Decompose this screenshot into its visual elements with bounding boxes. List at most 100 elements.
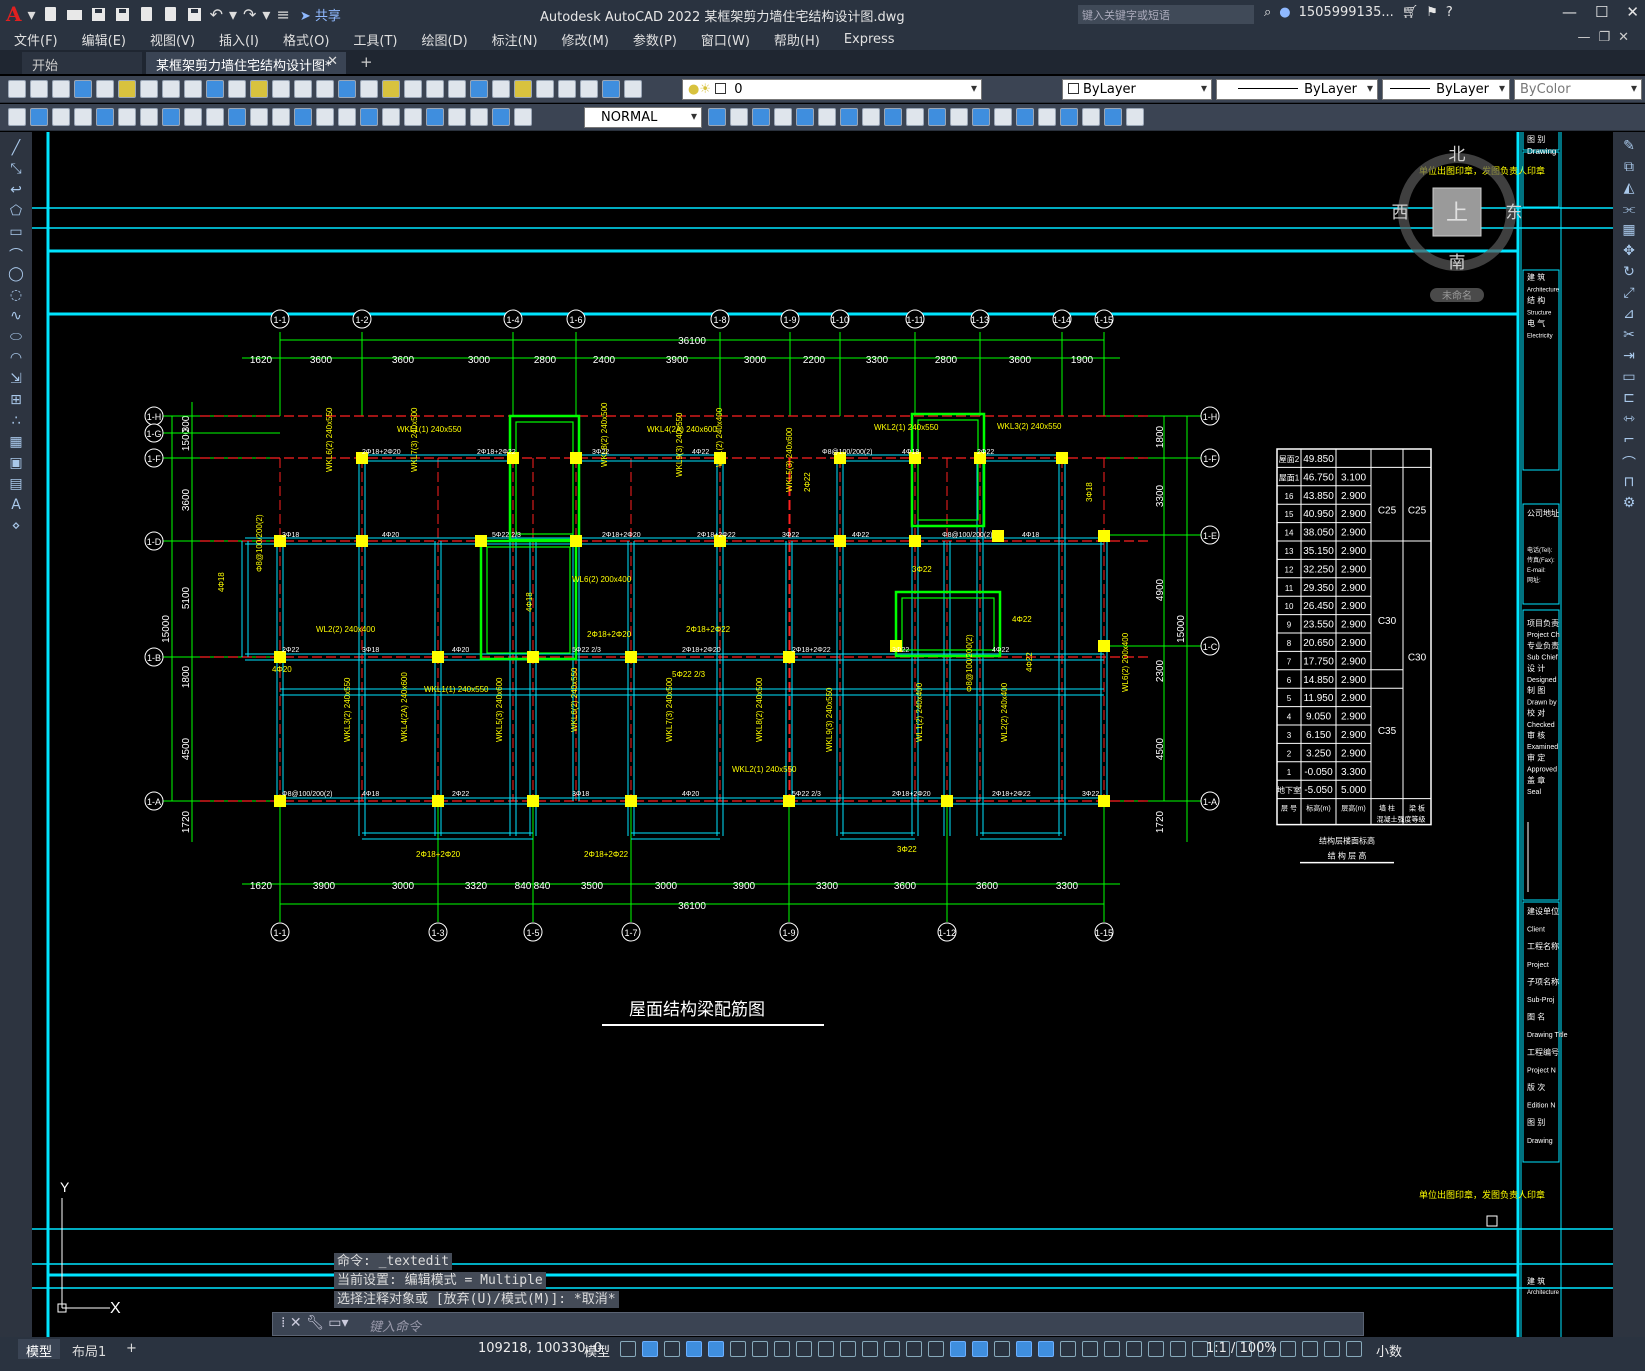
dim-tool-9-icon[interactable]	[184, 108, 202, 126]
status-toggle-34-icon[interactable]	[1346, 1341, 1362, 1357]
menu-draw[interactable]: 绘图(D)	[422, 30, 468, 49]
draw-tool-19-icon[interactable]: ⋄	[7, 518, 25, 534]
status-toggle-2-icon[interactable]	[642, 1341, 658, 1357]
undo-icon[interactable]: ↶	[210, 5, 223, 24]
modify-tool-14-icon[interactable]: ⇿	[1620, 411, 1638, 427]
help-icon[interactable]: ?	[1446, 5, 1453, 20]
linetype-dropdown[interactable]: ByLayer	[1216, 79, 1378, 100]
standard-tool-16-icon[interactable]	[338, 80, 356, 98]
modify-tool-19-icon[interactable]	[1104, 108, 1122, 126]
tab-model[interactable]: 模型	[18, 1339, 61, 1360]
draw-tool-7-icon[interactable]: ◯	[7, 266, 25, 282]
status-toggle-6-icon[interactable]	[730, 1341, 746, 1357]
doc-window-controls[interactable]: —❐✕	[1577, 30, 1637, 45]
modify-tool-9-icon[interactable]	[884, 108, 902, 126]
modify-tool-12-icon[interactable]: ▭	[1620, 369, 1638, 385]
status-toggle-8-icon[interactable]	[774, 1341, 790, 1357]
standard-tool-29-icon[interactable]	[624, 80, 642, 98]
modify-tool-6-icon[interactable]	[818, 108, 836, 126]
add-layout-button[interactable]: +	[118, 1339, 145, 1359]
standard-tool-18-icon[interactable]	[382, 80, 400, 98]
annotation-scale[interactable]: 1:1 / 100%	[1206, 1341, 1277, 1356]
standard-tool-12-icon[interactable]	[250, 80, 268, 98]
draw-tool-18-icon[interactable]: A	[7, 497, 25, 513]
modify-tool-13-icon[interactable]: ⊏	[1620, 390, 1638, 406]
draw-tool-14-icon[interactable]: ∴	[7, 413, 25, 429]
user-name[interactable]: 1505999135...	[1299, 5, 1394, 20]
dim-tool-13-icon[interactable]	[272, 108, 290, 126]
status-toggle-18-icon[interactable]	[994, 1341, 1010, 1357]
dim-tool-2-icon[interactable]	[30, 108, 48, 126]
dim-tool-17-icon[interactable]	[360, 108, 378, 126]
dim-tool-10-icon[interactable]	[206, 108, 224, 126]
status-toggle-21-icon[interactable]	[1060, 1341, 1076, 1357]
modify-tool-16-icon[interactable]	[1038, 108, 1056, 126]
standard-tool-22-icon[interactable]	[470, 80, 488, 98]
tab-layout1[interactable]: 布局1	[64, 1339, 114, 1360]
draw-tool-6-icon[interactable]: ⌒	[7, 245, 25, 264]
autocad-logo-icon[interactable]: A	[6, 2, 22, 26]
standard-tool-21-icon[interactable]	[448, 80, 466, 98]
modify-tool-18-icon[interactable]: ⚙	[1620, 495, 1638, 511]
modify-tool-15-icon[interactable]	[1016, 108, 1034, 126]
minimize-button[interactable]: —	[1562, 3, 1577, 21]
search-input[interactable]: 键入关键字或短语	[1078, 5, 1254, 24]
modify-tool-16-icon[interactable]: ⌒	[1620, 453, 1638, 472]
viewcube-west[interactable]: 西	[1392, 203, 1409, 222]
status-toggle-13-icon[interactable]	[884, 1341, 900, 1357]
menu-window[interactable]: 窗口(W)	[701, 30, 750, 49]
standard-tool-7-icon[interactable]	[140, 80, 158, 98]
modify-tool-13-icon[interactable]	[972, 108, 990, 126]
status-toggle-7-icon[interactable]	[752, 1341, 768, 1357]
standard-tool-24-icon[interactable]	[514, 80, 532, 98]
standard-tool-4-icon[interactable]	[74, 80, 92, 98]
dim-tool-12-icon[interactable]	[250, 108, 268, 126]
dim-tool-11-icon[interactable]	[228, 108, 246, 126]
dim-tool-14-icon[interactable]	[294, 108, 312, 126]
a360-icon[interactable]: ⚑	[1426, 5, 1438, 20]
app-menu-arrow-icon[interactable]: ▾	[28, 5, 36, 24]
standard-tool-25-icon[interactable]	[536, 80, 554, 98]
modify-tool-6-icon[interactable]: ✥	[1620, 243, 1638, 259]
open-web-icon[interactable]	[138, 6, 156, 22]
dim-tool-7-icon[interactable]	[140, 108, 158, 126]
status-toggle-19-icon[interactable]	[1016, 1341, 1032, 1357]
status-toggle-5-icon[interactable]	[708, 1341, 724, 1357]
menu-view[interactable]: 视图(V)	[150, 30, 195, 49]
status-toggle-12-icon[interactable]	[862, 1341, 878, 1357]
modify-tool-3-icon[interactable]	[752, 108, 770, 126]
status-toggle-31-icon[interactable]	[1280, 1341, 1296, 1357]
standard-tool-1-icon[interactable]	[8, 80, 26, 98]
modify-tool-1-icon[interactable]	[708, 108, 726, 126]
drawing-canvas[interactable]: 单位出图印章，发图负责人印章 单位出图印章，发图负责人印章 1620 3600 36…	[32, 132, 1613, 1337]
menu-parametric[interactable]: 参数(P)	[633, 30, 677, 49]
status-toggle-11-icon[interactable]	[840, 1341, 856, 1357]
menu-file[interactable]: 文件(F)	[14, 30, 58, 49]
draw-tool-9-icon[interactable]: ∿	[7, 308, 25, 324]
dim-tool-6-icon[interactable]	[118, 108, 136, 126]
standard-tool-19-icon[interactable]	[404, 80, 422, 98]
menu-dimension[interactable]: 标注(N)	[492, 30, 538, 49]
draw-tool-1-icon[interactable]: ╱	[7, 140, 25, 156]
draw-tool-16-icon[interactable]: ▣	[7, 455, 25, 471]
modify-tool-11-icon[interactable]: ⇥	[1620, 348, 1638, 364]
standard-tool-10-icon[interactable]	[206, 80, 224, 98]
menu-insert[interactable]: 插入(I)	[219, 30, 259, 49]
modify-tool-12-icon[interactable]	[950, 108, 968, 126]
draw-tool-4-icon[interactable]: ⬠	[7, 203, 25, 219]
modify-tool-11-icon[interactable]	[928, 108, 946, 126]
modify-tool-5-icon[interactable]: ▦	[1620, 222, 1638, 238]
status-toggle-14-icon[interactable]	[906, 1341, 922, 1357]
status-toggle-23-icon[interactable]	[1104, 1341, 1120, 1357]
dim-tool-20-icon[interactable]	[426, 108, 444, 126]
dim-tool-22-icon[interactable]	[470, 108, 488, 126]
draw-tool-2-icon[interactable]: ⤡	[7, 161, 25, 177]
modify-tool-7-icon[interactable]: ↻	[1620, 264, 1638, 280]
viewcube-top[interactable]: 上	[1446, 200, 1468, 225]
modify-tool-8-icon[interactable]	[862, 108, 880, 126]
maximize-button[interactable]: ☐	[1595, 3, 1608, 21]
modify-tool-5-icon[interactable]	[796, 108, 814, 126]
status-toggle-32-icon[interactable]	[1302, 1341, 1318, 1357]
status-toggle-24-icon[interactable]	[1126, 1341, 1142, 1357]
user-icon[interactable]: ●	[1279, 5, 1290, 20]
